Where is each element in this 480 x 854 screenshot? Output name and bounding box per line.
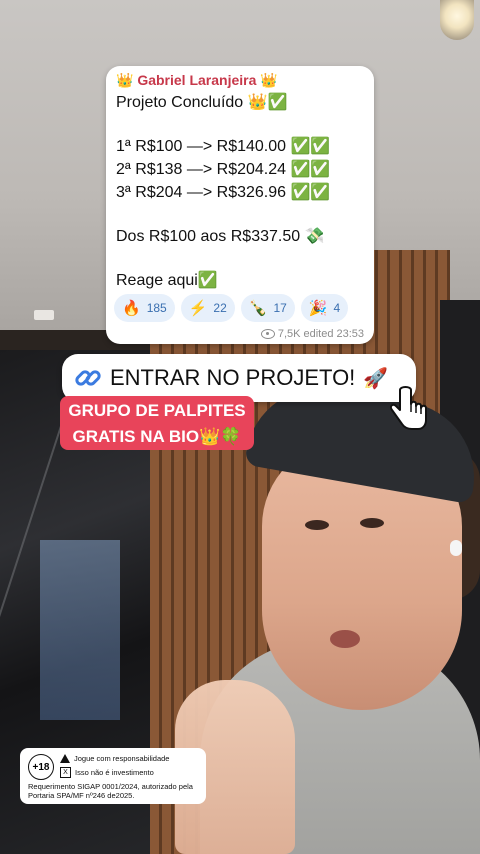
champagne-icon: 🍾 <box>248 300 268 317</box>
views-count: 7,5K <box>277 328 301 340</box>
ceiling-spotlight <box>34 310 54 320</box>
reaction-fire[interactable]: 🔥 185 <box>114 294 175 322</box>
earbud <box>450 540 462 556</box>
message-title: Projeto Concluído 👑✅ <box>116 94 288 111</box>
reaction-count: 22 <box>213 301 227 315</box>
disclaimer-warning: Jogue com responsabilidade <box>74 754 170 763</box>
banner-line-2: GRATIS NA BIO👑🍀 <box>72 427 242 446</box>
rocket-icon: 🚀 <box>363 367 389 390</box>
warning-icon <box>60 754 70 763</box>
person-eye-right <box>360 518 384 528</box>
party-popper-icon: 🎉 <box>308 300 328 317</box>
message-line-2: 2ª R$138 —> R$204.24 ✅✅ <box>116 161 331 178</box>
x-box-icon: X <box>60 767 71 778</box>
message-meta: 7,5K edited 23:53 <box>260 328 364 340</box>
join-project-label: ENTRAR NO PROJETO! <box>110 365 356 390</box>
lightning-icon: ⚡ <box>188 300 208 317</box>
message-time: 23:53 <box>336 328 364 340</box>
disclaimer-not-investment: Isso não é investimento <box>75 768 154 777</box>
hand-pointer-icon <box>389 386 427 430</box>
message-line-3: 3ª R$204 —> R$326.96 ✅✅ <box>116 184 331 201</box>
reaction-party[interactable]: 🎉 4 <box>300 294 349 322</box>
banner-line-1: GRUPO DE PALPITES <box>68 401 246 420</box>
disclaimer-investment-row: X Isso não é investimento <box>60 767 154 778</box>
age-badge: +18 <box>28 754 54 780</box>
edited-label: edited <box>303 328 334 340</box>
fire-icon: 🔥 <box>122 300 141 317</box>
disclaimer-regulation: Requerimento SIGAP 0001/2024, autorizado… <box>28 782 193 800</box>
ceiling-lamp <box>440 0 474 40</box>
person-mouth <box>330 630 360 648</box>
reaction-count: 4 <box>333 301 341 315</box>
telegram-message-card: 👑 Gabriel Laranjeira 👑 Projeto Concluído… <box>106 66 374 344</box>
message-line-1: 1ª R$100 —> R$140.00 ✅✅ <box>116 138 331 155</box>
link-icon <box>75 370 101 386</box>
reaction-count: 17 <box>273 301 287 315</box>
responsible-gaming-disclaimer: +18 Jogue com responsabilidade X Isso nã… <box>20 748 206 804</box>
join-project-button[interactable]: ENTRAR NO PROJETO! 🚀 <box>62 354 416 402</box>
reaction-lightning[interactable]: ⚡ 22 <box>180 294 235 322</box>
reaction-champagne[interactable]: 🍾 17 <box>240 294 295 322</box>
free-tips-banner: GRUPO DE PALPITES GRATIS NA BIO👑🍀 <box>60 396 254 450</box>
message-line-react: Reage aqui✅ <box>116 272 218 289</box>
message-author[interactable]: 👑 Gabriel Laranjeira 👑 <box>116 72 278 89</box>
window-reflection <box>40 540 120 720</box>
reaction-count: 185 <box>146 301 167 315</box>
views-eye-icon <box>260 329 275 339</box>
reactions-bar: 🔥 185 ⚡ 22 🍾 17 🎉 4 <box>114 294 349 322</box>
disclaimer-warning-row: Jogue com responsabilidade <box>60 754 169 763</box>
message-line-total: Dos R$100 aos R$337.50 💸 <box>116 228 325 245</box>
person-eye-left <box>305 520 329 530</box>
